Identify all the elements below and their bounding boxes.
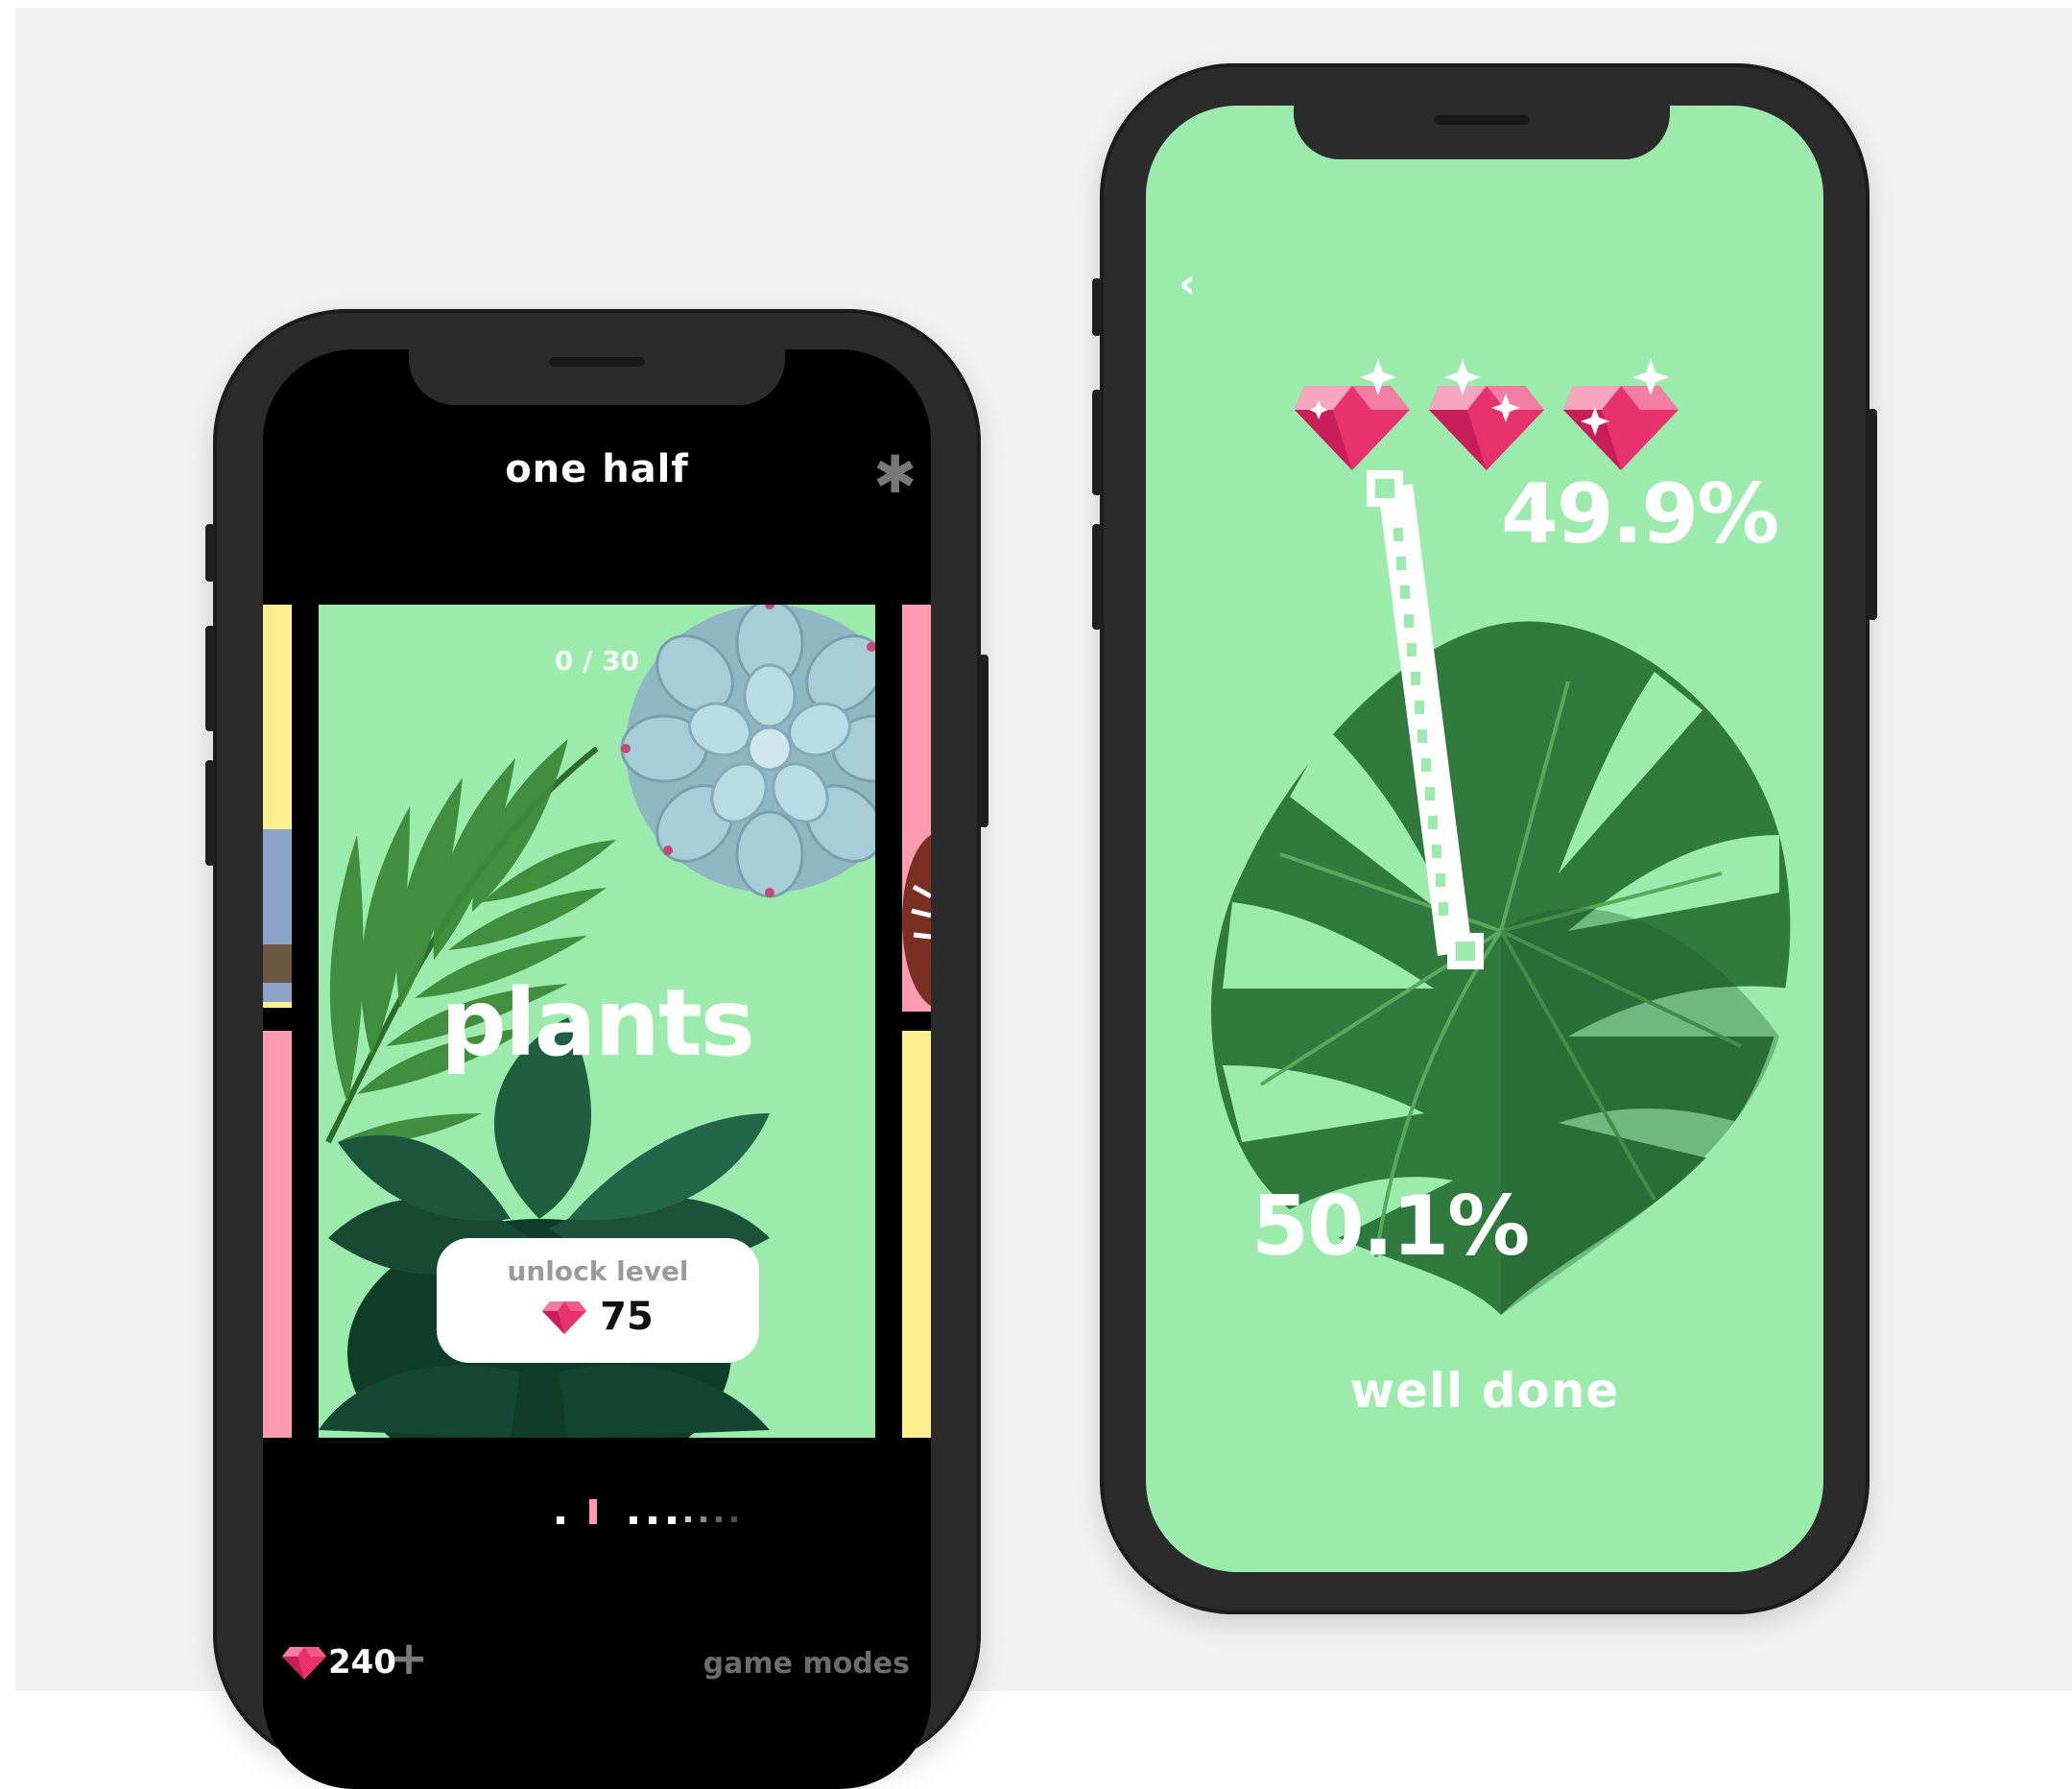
gem-balance: 240 bbox=[328, 1643, 396, 1682]
gem-icon bbox=[282, 1647, 326, 1680]
bottom-bar: 240 + game modes bbox=[263, 1635, 931, 1693]
phone-side-button bbox=[1092, 390, 1102, 495]
game-modes-link[interactable]: game modes bbox=[703, 1647, 910, 1681]
home-screen: one half ✱ 0 / 30 plants unlock level 75… bbox=[263, 349, 931, 1789]
percent-top-half: 49.9% bbox=[1501, 466, 1779, 562]
gem-star-icon bbox=[1429, 359, 1544, 470]
phone-side-button bbox=[205, 524, 215, 582]
phone-side-button bbox=[979, 655, 988, 827]
phone-side-button bbox=[205, 760, 215, 866]
pager-dot[interactable] bbox=[731, 1516, 737, 1522]
asterisk-icon[interactable]: ✱ bbox=[873, 449, 917, 501]
notch bbox=[1294, 106, 1670, 159]
pager-dot[interactable] bbox=[701, 1516, 706, 1522]
pager-dot-active[interactable] bbox=[589, 1499, 597, 1524]
app-title: one half bbox=[505, 447, 689, 491]
phone-side-button bbox=[1868, 409, 1877, 620]
phone-side-button bbox=[205, 626, 215, 731]
prev-card-image bbox=[263, 829, 292, 1002]
gem-icon bbox=[542, 1301, 587, 1334]
pager-dot[interactable] bbox=[630, 1516, 637, 1524]
unlock-label: unlock level bbox=[507, 1255, 689, 1287]
phone-left: one half ✱ 0 / 30 plants unlock level 75… bbox=[205, 309, 988, 1789]
next-card-yellow[interactable] bbox=[902, 1031, 931, 1438]
pager-dot[interactable] bbox=[649, 1516, 656, 1524]
star-gems-row bbox=[1295, 359, 1679, 470]
level-card-plants[interactable]: 0 / 30 plants unlock level 75 bbox=[319, 605, 875, 1438]
gem-star-icon bbox=[1295, 359, 1410, 470]
notch bbox=[409, 349, 785, 405]
level-category-title: plants bbox=[441, 969, 755, 1077]
level-progress-counter: 0 / 30 bbox=[554, 645, 640, 677]
phone-side-button bbox=[1092, 278, 1102, 336]
level-pager[interactable] bbox=[557, 1499, 749, 1528]
chevron-left-icon[interactable]: ‹ bbox=[1179, 259, 1196, 308]
split-cut-line bbox=[1367, 470, 1484, 969]
phone-side-button bbox=[1092, 524, 1102, 630]
pager-dot[interactable] bbox=[716, 1516, 722, 1522]
pager-dot[interactable] bbox=[668, 1516, 676, 1524]
gem-star-icon bbox=[1563, 359, 1679, 470]
football-image bbox=[902, 834, 931, 1007]
prev-card-pink[interactable] bbox=[263, 1031, 292, 1438]
pager-dot[interactable] bbox=[685, 1516, 691, 1522]
result-screen: ‹ 49.9% 50.1% well done bbox=[1146, 106, 1823, 1572]
unlock-level-button[interactable]: unlock level 75 bbox=[437, 1238, 759, 1363]
phone-right: ‹ 49.9% 50.1% well done bbox=[1092, 63, 1877, 1614]
unlock-cost: 75 bbox=[600, 1295, 654, 1339]
add-gems-plus-icon[interactable]: + bbox=[390, 1635, 428, 1682]
percent-bottom-half: 50.1% bbox=[1251, 1179, 1530, 1275]
result-message: well done bbox=[1349, 1363, 1620, 1419]
pager-dot[interactable] bbox=[557, 1516, 564, 1524]
